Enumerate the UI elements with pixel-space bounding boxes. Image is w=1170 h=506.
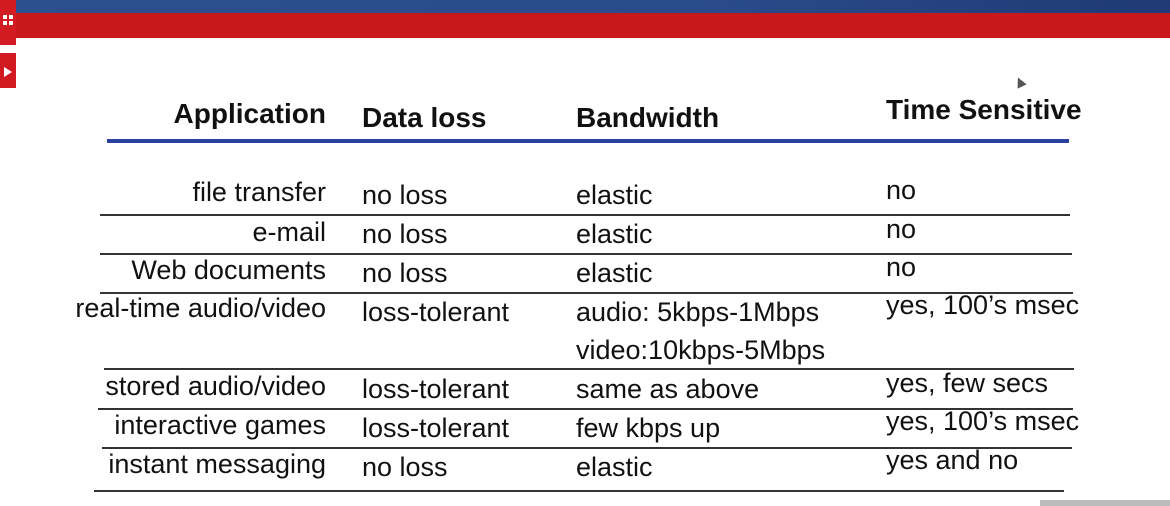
table-row-data-loss: loss-tolerant [362,297,510,327]
title-band [0,0,1170,13]
table-row-bandwidth: same as above [576,374,760,404]
table-row-time: yes and no [886,445,1019,475]
table-row-bandwidth: few kbps up [576,413,721,443]
table-row-application: Web documents [131,255,326,285]
table-row-bandwidth: elastic [576,258,653,288]
header-time-sensitive: Time Sensitive [886,94,1082,125]
table-row-time: yes, 100’s msec [886,406,1080,436]
mouse-cursor-icon [1013,75,1027,89]
header-rule [107,139,1069,143]
scrollbar[interactable] [1040,500,1170,506]
header-data-loss: Data loss [362,102,487,133]
table-row-application: e-mail [252,217,326,247]
table-row-data-loss: no loss [362,452,448,482]
table-row-time: no [886,252,917,282]
table-row-bandwidth: elastic [576,180,653,210]
table-row-bandwidth-video: video:10kbps-5Mbps [576,335,826,365]
header-bandwidth: Bandwidth [576,102,720,133]
row-divider [94,490,1064,492]
table-row-data-loss: no loss [362,180,448,210]
table-row-bandwidth: audio: 5kbps-1Mbps [576,297,820,327]
table-row-time: yes, 100’s msec [886,290,1080,320]
table-row-time: yes, few secs [886,368,1049,398]
play-icon[interactable] [0,53,16,88]
grid-icon[interactable] [0,0,16,45]
table-row-application: interactive games [114,410,326,440]
table-row-data-loss: no loss [362,258,448,288]
table-row-application: real-time audio/video [75,293,326,323]
table-row-application: stored audio/video [105,371,326,401]
red-band [0,13,1170,38]
table-row-time: no [886,214,917,244]
table-row-data-loss: no loss [362,219,448,249]
table-row-bandwidth: elastic [576,219,653,249]
table-row-application: instant messaging [108,449,326,479]
table-row-data-loss: loss-tolerant [362,413,510,443]
table-row-bandwidth: elastic [576,452,653,482]
header-application: Application [173,98,326,129]
table-row-data-loss: loss-tolerant [362,374,510,404]
table-row-time: no [886,175,917,205]
table-row-application: file transfer [192,177,326,207]
